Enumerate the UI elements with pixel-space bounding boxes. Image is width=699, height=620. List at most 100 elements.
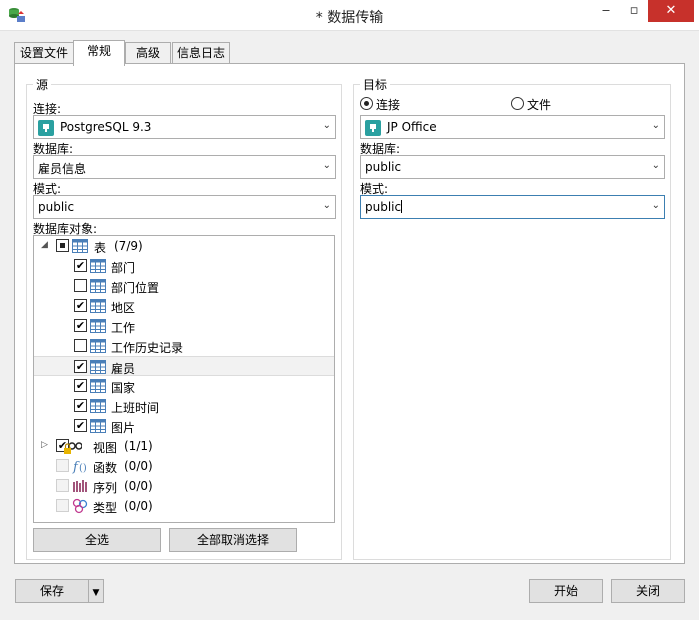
types-checkbox <box>56 499 69 512</box>
target-schema-value: public <box>365 200 402 214</box>
table-icon <box>90 258 106 274</box>
tree-node-table[interactable]: ✔ 上班时间 <box>34 396 334 416</box>
table-checkbox[interactable]: ✔ <box>74 299 87 312</box>
table-name: 工作历史记录 <box>111 341 184 355</box>
target-group-title: 目标 <box>360 76 391 93</box>
sequences-label: 序列 <box>93 481 118 495</box>
table-checkbox[interactable]: ✔ <box>74 419 87 432</box>
chevron-down-icon: ⌄ <box>322 200 331 211</box>
source-schema-value: public <box>38 200 75 214</box>
database-objects-tree[interactable]: ◢ 表 (7/9) ✔ 部门 部门位置 ✔ 地区 ✔ 工作 工作历史记录 ✔ 雇员 ✔ 国家 ✔ 上班时间… <box>33 235 335 523</box>
tree-node-tables[interactable]: ◢ 表 (7/9) <box>34 236 334 256</box>
tree-node-sequences: 序列 (0/0) <box>34 476 334 496</box>
deselect-all-button[interactable]: 全部取消选择 <box>169 528 297 552</box>
select-all-button[interactable]: 全选 <box>33 528 161 552</box>
table-checkbox[interactable]: ✔ <box>74 360 87 373</box>
target-connection-radio[interactable] <box>360 97 373 110</box>
dropdown-arrow-icon: ▼ <box>92 588 100 598</box>
table-name: 工作 <box>111 321 136 335</box>
chevron-down-icon: ⌄ <box>322 160 331 171</box>
chevron-down-icon: ⌄ <box>651 120 660 131</box>
text-caret <box>401 200 403 213</box>
table-icon <box>90 278 106 294</box>
tree-node-functions: f() 函数 (0/0) <box>34 456 334 476</box>
maximize-button[interactable]: ▫ <box>621 0 647 22</box>
target-connection-select[interactable]: JP Office ⌄ <box>360 115 665 139</box>
function-icon: f() <box>72 458 88 475</box>
table-name: 部门 <box>111 261 136 275</box>
tree-node-views[interactable]: ▷ ✔ 视图 (1/1) <box>34 436 334 456</box>
functions-label: 函数 <box>93 461 118 475</box>
table-icon <box>90 359 106 375</box>
tree-node-table[interactable]: ✔ 工作 <box>34 316 334 336</box>
sequence-icon <box>72 478 88 494</box>
tree-node-table[interactable]: ✔ 地区 <box>34 296 334 316</box>
svg-text:(): () <box>79 463 87 474</box>
postgresql-icon <box>38 120 54 136</box>
target-schema-select[interactable]: public ⌄ <box>360 195 665 219</box>
tree-node-table[interactable]: 工作历史记录 <box>34 336 334 356</box>
table-icon <box>90 318 106 334</box>
source-database-select[interactable]: 雇员信息 ⌄ <box>33 155 336 179</box>
table-checkbox[interactable]: ✔ <box>74 379 87 392</box>
chevron-down-icon: ⌄ <box>651 200 660 211</box>
sequences-checkbox <box>56 479 69 492</box>
tab-general[interactable]: 常规 <box>73 40 125 66</box>
table-icon <box>90 338 106 354</box>
tree-node-table[interactable]: ✔ 雇员 <box>34 356 334 376</box>
table-checkbox[interactable]: ✔ <box>74 319 87 332</box>
target-database-select[interactable]: public ⌄ <box>360 155 665 179</box>
save-dropdown-button[interactable]: ▼ <box>88 579 104 603</box>
target-connection-value: JP Office <box>387 120 437 134</box>
tables-count: (7/9) <box>114 239 143 253</box>
expand-collapse-icon[interactable]: ◢ <box>41 240 48 250</box>
save-button[interactable]: 保存 <box>15 579 89 603</box>
source-database-value: 雇员信息 <box>38 162 87 176</box>
table-checkbox[interactable]: ✔ <box>74 259 87 272</box>
chevron-down-icon: ⌄ <box>322 120 331 131</box>
table-checkbox[interactable] <box>74 339 87 352</box>
target-file-radio[interactable] <box>511 97 524 110</box>
table-name: 国家 <box>111 381 136 395</box>
views-label: 视图 <box>93 441 118 455</box>
source-connection-select[interactable]: PostgreSQL 9.3 ⌄ <box>33 115 336 139</box>
tree-node-table[interactable]: ✔ 部门 <box>34 256 334 276</box>
sequences-count: (0/0) <box>124 479 153 493</box>
source-connection-value: PostgreSQL 9.3 <box>60 120 152 134</box>
expand-icon[interactable]: ▷ <box>41 440 48 450</box>
table-checkbox[interactable]: ✔ <box>74 399 87 412</box>
types-count: (0/0) <box>124 499 153 513</box>
close-window-button[interactable]: ✕ <box>648 0 694 22</box>
table-name: 上班时间 <box>111 401 160 415</box>
table-icon <box>72 238 88 254</box>
table-name: 图片 <box>111 421 136 435</box>
start-button[interactable]: 开始 <box>529 579 603 603</box>
target-schema-input[interactable]: public <box>365 200 403 214</box>
tables-label: 表 <box>94 241 107 255</box>
close-button[interactable]: 关闭 <box>611 579 685 603</box>
minimize-button[interactable]: ‒ <box>593 0 619 22</box>
tab-profile[interactable]: 设置文件 <box>14 42 74 64</box>
types-label: 类型 <box>93 501 118 515</box>
table-checkbox[interactable] <box>74 279 87 292</box>
source-group-title: 源 <box>33 76 52 93</box>
tab-message-log[interactable]: 信息日志 <box>172 42 230 64</box>
target-database-value: public <box>365 160 402 174</box>
tables-checkbox[interactable] <box>56 239 69 252</box>
functions-count: (0/0) <box>124 459 153 473</box>
source-schema-select[interactable]: public ⌄ <box>33 195 336 219</box>
target-connection-radio-label[interactable]: 连接 <box>376 96 400 113</box>
target-file-radio-label[interactable]: 文件 <box>527 96 551 113</box>
tree-node-table[interactable]: ✔ 国家 <box>34 376 334 396</box>
postgresql-icon <box>365 120 381 136</box>
table-icon <box>90 298 106 314</box>
view-glasses-icon <box>62 440 83 456</box>
tree-node-table[interactable]: ✔ 图片 <box>34 416 334 436</box>
tree-node-table[interactable]: 部门位置 <box>34 276 334 296</box>
tab-advanced[interactable]: 高级 <box>125 42 171 64</box>
table-icon <box>90 378 106 394</box>
table-icon <box>90 418 106 434</box>
table-name: 部门位置 <box>111 281 160 295</box>
title-bar: * 数据传输 ‒ ▫ ✕ <box>0 0 699 31</box>
table-name: 地区 <box>111 301 136 315</box>
